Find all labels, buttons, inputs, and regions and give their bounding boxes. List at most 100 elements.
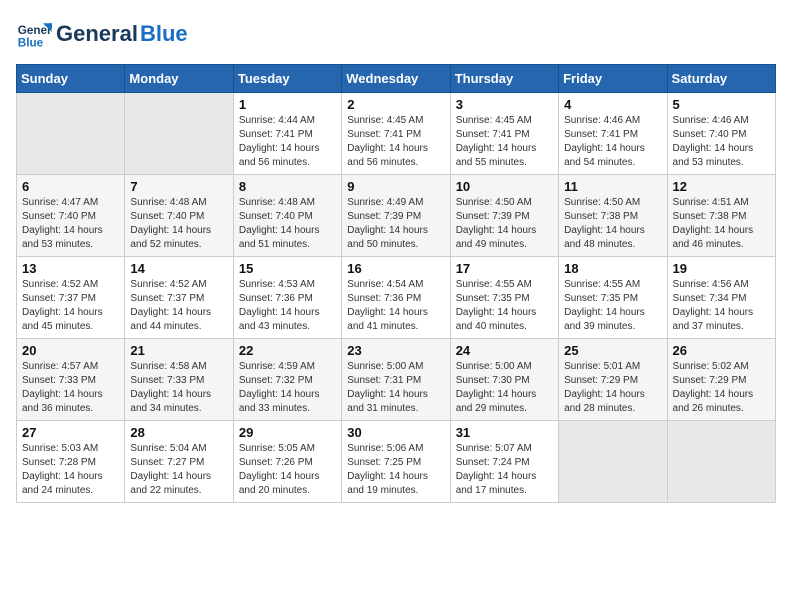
calendar-cell: 26Sunrise: 5:02 AMSunset: 7:29 PMDayligh… [667, 339, 775, 421]
day-info: Sunrise: 5:07 AMSunset: 7:24 PMDaylight:… [456, 442, 553, 498]
calendar-cell: 8 Sunrise: 4:48 AMSunset: 7:40 PMDaylight… [233, 175, 341, 257]
day-info: Sunrise: 4:49 AMSunset: 7:39 PMDaylight:… [347, 196, 444, 252]
day-number: 18 [564, 261, 661, 276]
day-number: 27 [22, 425, 119, 440]
calendar-header-row: SundayMondayTuesdayWednesdayThursdayFrid… [17, 65, 776, 93]
calendar-cell: 30 Sunrise: 5:06 AMSunset: 7:25 PMDayligh… [342, 421, 450, 503]
day-number: 12 [673, 179, 770, 194]
weekday-header: Tuesday [233, 65, 341, 93]
weekday-header: Thursday [450, 65, 558, 93]
day-number: 22 [239, 343, 336, 358]
day-number: 9 [347, 179, 444, 194]
calendar-cell: 22 Sunrise: 4:59 AMSunset: 7:32 PMDayligh… [233, 339, 341, 421]
day-info: Sunrise: 4:47 AMSunset: 7:40 PMDaylight:… [22, 196, 119, 252]
day-info: Sunrise: 5:00 AMSunset: 7:30 PMDaylight:… [456, 360, 553, 416]
calendar-cell: 13 Sunrise: 4:52 AMSunset: 7:37 PMDayligh… [17, 257, 125, 339]
day-number: 19 [673, 261, 770, 276]
calendar-cell [559, 421, 667, 503]
weekday-header: Wednesday [342, 65, 450, 93]
day-number: 29 [239, 425, 336, 440]
calendar-week-row: 6 Sunrise: 4:47 AMSunset: 7:40 PMDaylight… [17, 175, 776, 257]
calendar-cell: 25 Sunrise: 5:01 AMSunset: 7:29 PMDayligh… [559, 339, 667, 421]
day-info: Sunrise: 4:52 AMSunset: 7:37 PMDaylight:… [130, 278, 227, 334]
calendar-cell: 24Sunrise: 5:00 AMSunset: 7:30 PMDayligh… [450, 339, 558, 421]
day-number: 31 [456, 425, 553, 440]
calendar-cell: 16Sunrise: 4:54 AMSunset: 7:36 PMDayligh… [342, 257, 450, 339]
page-header: General Blue General Blue [16, 16, 776, 52]
day-number: 15 [239, 261, 336, 276]
day-number: 13 [22, 261, 119, 276]
day-info: Sunrise: 4:57 AMSunset: 7:33 PMDaylight:… [22, 360, 119, 416]
day-number: 4 [564, 97, 661, 112]
day-info: Sunrise: 5:05 AMSunset: 7:26 PMDaylight:… [239, 442, 336, 498]
day-number: 23 [347, 343, 444, 358]
day-number: 6 [22, 179, 119, 194]
day-info: Sunrise: 4:52 AMSunset: 7:37 PMDaylight:… [22, 278, 119, 334]
day-number: 16 [347, 261, 444, 276]
calendar-week-row: 20 Sunrise: 4:57 AMSunset: 7:33 PMDayligh… [17, 339, 776, 421]
calendar-cell: 28 Sunrise: 5:04 AMSunset: 7:27 PMDayligh… [125, 421, 233, 503]
day-number: 26 [673, 343, 770, 358]
day-number: 11 [564, 179, 661, 194]
day-info: Sunrise: 4:56 AMSunset: 7:34 PMDaylight:… [673, 278, 770, 334]
calendar-cell: 18Sunrise: 4:55 AMSunset: 7:35 PMDayligh… [559, 257, 667, 339]
logo-icon: General Blue [16, 16, 52, 52]
calendar-cell: 11 Sunrise: 4:50 AMSunset: 7:38 PMDayligh… [559, 175, 667, 257]
calendar-cell: 29 Sunrise: 5:05 AMSunset: 7:26 PMDayligh… [233, 421, 341, 503]
day-number: 21 [130, 343, 227, 358]
calendar-cell: 20 Sunrise: 4:57 AMSunset: 7:33 PMDayligh… [17, 339, 125, 421]
calendar-cell: 1 Sunrise: 4:44 AMSunset: 7:41 PMDaylight… [233, 93, 341, 175]
calendar-cell: 17 Sunrise: 4:55 AMSunset: 7:35 PMDayligh… [450, 257, 558, 339]
day-number: 3 [456, 97, 553, 112]
day-info: Sunrise: 4:46 AMSunset: 7:41 PMDaylight:… [564, 114, 661, 170]
calendar-table: SundayMondayTuesdayWednesdayThursdayFrid… [16, 64, 776, 503]
calendar-cell: 10 Sunrise: 4:50 AMSunset: 7:39 PMDayligh… [450, 175, 558, 257]
day-number: 8 [239, 179, 336, 194]
weekday-header: Monday [125, 65, 233, 93]
day-number: 14 [130, 261, 227, 276]
day-number: 28 [130, 425, 227, 440]
day-info: Sunrise: 4:45 AMSunset: 7:41 PMDaylight:… [347, 114, 444, 170]
day-info: Sunrise: 5:01 AMSunset: 7:29 PMDaylight:… [564, 360, 661, 416]
calendar-week-row: 13 Sunrise: 4:52 AMSunset: 7:37 PMDayligh… [17, 257, 776, 339]
logo-general: General [56, 21, 138, 47]
day-info: Sunrise: 4:46 AMSunset: 7:40 PMDaylight:… [673, 114, 770, 170]
day-number: 17 [456, 261, 553, 276]
calendar-cell: 9 Sunrise: 4:49 AMSunset: 7:39 PMDaylight… [342, 175, 450, 257]
day-info: Sunrise: 4:50 AMSunset: 7:39 PMDaylight:… [456, 196, 553, 252]
calendar-cell: 7Sunrise: 4:48 AMSunset: 7:40 PMDaylight… [125, 175, 233, 257]
day-info: Sunrise: 5:03 AMSunset: 7:28 PMDaylight:… [22, 442, 119, 498]
day-info: Sunrise: 4:55 AMSunset: 7:35 PMDaylight:… [456, 278, 553, 334]
day-number: 2 [347, 97, 444, 112]
weekday-header: Saturday [667, 65, 775, 93]
calendar-week-row: 1 Sunrise: 4:44 AMSunset: 7:41 PMDaylight… [17, 93, 776, 175]
calendar-cell [17, 93, 125, 175]
day-number: 5 [673, 97, 770, 112]
day-info: Sunrise: 5:00 AMSunset: 7:31 PMDaylight:… [347, 360, 444, 416]
calendar-cell: 19 Sunrise: 4:56 AMSunset: 7:34 PMDayligh… [667, 257, 775, 339]
day-info: Sunrise: 4:51 AMSunset: 7:38 PMDaylight:… [673, 196, 770, 252]
day-info: Sunrise: 5:06 AMSunset: 7:25 PMDaylight:… [347, 442, 444, 498]
day-info: Sunrise: 4:58 AMSunset: 7:33 PMDaylight:… [130, 360, 227, 416]
day-number: 25 [564, 343, 661, 358]
day-info: Sunrise: 4:45 AMSunset: 7:41 PMDaylight:… [456, 114, 553, 170]
calendar-cell [667, 421, 775, 503]
calendar-cell: 2 Sunrise: 4:45 AMSunset: 7:41 PMDaylight… [342, 93, 450, 175]
calendar-week-row: 27 Sunrise: 5:03 AMSunset: 7:28 PMDayligh… [17, 421, 776, 503]
day-info: Sunrise: 4:59 AMSunset: 7:32 PMDaylight:… [239, 360, 336, 416]
calendar-cell [125, 93, 233, 175]
day-info: Sunrise: 4:48 AMSunset: 7:40 PMDaylight:… [239, 196, 336, 252]
day-number: 30 [347, 425, 444, 440]
day-number: 20 [22, 343, 119, 358]
calendar-cell: 4 Sunrise: 4:46 AMSunset: 7:41 PMDaylight… [559, 93, 667, 175]
calendar-cell: 14 Sunrise: 4:52 AMSunset: 7:37 PMDayligh… [125, 257, 233, 339]
calendar-cell: 23 Sunrise: 5:00 AMSunset: 7:31 PMDayligh… [342, 339, 450, 421]
day-info: Sunrise: 5:04 AMSunset: 7:27 PMDaylight:… [130, 442, 227, 498]
day-info: Sunrise: 4:50 AMSunset: 7:38 PMDaylight:… [564, 196, 661, 252]
calendar-cell: 6 Sunrise: 4:47 AMSunset: 7:40 PMDaylight… [17, 175, 125, 257]
calendar-cell: 27 Sunrise: 5:03 AMSunset: 7:28 PMDayligh… [17, 421, 125, 503]
calendar-cell: 15Sunrise: 4:53 AMSunset: 7:36 PMDayligh… [233, 257, 341, 339]
day-number: 10 [456, 179, 553, 194]
day-number: 1 [239, 97, 336, 112]
day-info: Sunrise: 4:44 AMSunset: 7:41 PMDaylight:… [239, 114, 336, 170]
